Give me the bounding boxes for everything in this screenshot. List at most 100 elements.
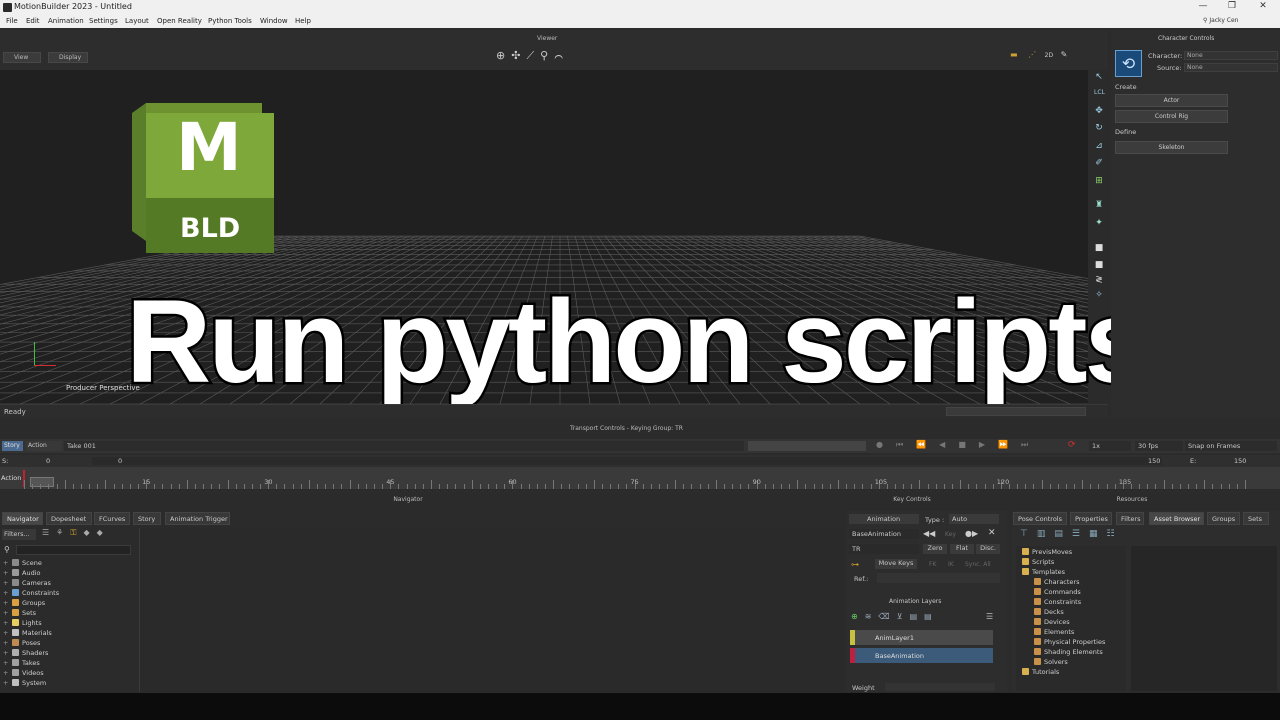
menu-layout[interactable]: Layout — [125, 17, 149, 25]
scale-icon[interactable]: ⊿ — [1094, 141, 1104, 151]
action-button[interactable]: Action — [26, 441, 62, 451]
snap-select[interactable]: Snap on Frames — [1185, 441, 1277, 451]
asset-folder-elements[interactable]: Elements — [1034, 628, 1074, 636]
display-menu-button[interactable]: Display — [48, 52, 88, 63]
tree-item-audio[interactable]: + Audio — [3, 569, 40, 577]
list-view-icon[interactable]: ☰ — [1072, 529, 1089, 539]
record-icon[interactable]: ● — [876, 440, 896, 449]
prev-key-icon[interactable]: ◀◀ — [923, 529, 935, 538]
asset-content-area[interactable] — [1131, 546, 1277, 691]
asset-folder-characters[interactable]: Characters — [1034, 578, 1079, 586]
folder-icon[interactable]: ▤ — [910, 612, 925, 621]
go-end-icon[interactable]: ⏭ — [1021, 440, 1041, 449]
tree-item-materials[interactable]: + Materials — [3, 629, 52, 637]
character-icon[interactable]: ♜ — [1094, 200, 1104, 210]
prev-key-icon[interactable]: ⏪ — [916, 440, 939, 449]
ref-field[interactable] — [877, 573, 1000, 583]
base-animation-row[interactable]: BaseAnimation — [850, 648, 993, 663]
end-value[interactable]: 150 — [1148, 457, 1160, 465]
asset-folder-decks[interactable]: Decks — [1034, 608, 1064, 616]
expand-icon[interactable]: + — [3, 659, 12, 667]
tree-icon[interactable]: ⊤ — [1020, 529, 1037, 539]
delete-layer-icon[interactable]: ⌫ — [878, 612, 896, 621]
weight-slider[interactable] — [885, 683, 995, 691]
tree-item-system[interactable]: + System — [3, 679, 46, 687]
flat-button[interactable]: Flat — [950, 544, 974, 554]
asset-folder-devices[interactable]: Devices — [1034, 618, 1070, 626]
tab-animation-trigger[interactable]: Animation Trigger — [165, 512, 230, 525]
tab-filters[interactable]: Filters — [1116, 512, 1144, 525]
tab-groups[interactable]: Groups — [1207, 512, 1240, 525]
tree-item-constraints[interactable]: + Constraints — [3, 589, 59, 597]
expand-icon[interactable]: + — [3, 669, 12, 677]
grid-view-icon[interactable]: ▦ — [1089, 529, 1107, 539]
expand-icon[interactable]: + — [3, 679, 12, 687]
layer-select[interactable]: BaseAnimation — [849, 529, 919, 539]
minimize-button[interactable]: — — [1190, 1, 1216, 13]
menu-file[interactable]: File — [6, 17, 18, 25]
play-icon[interactable]: ▶ — [979, 440, 998, 449]
restore-button[interactable]: ❐ — [1219, 1, 1245, 13]
tab-dopesheet[interactable]: Dopesheet — [46, 512, 92, 525]
type-select[interactable]: Auto — [949, 514, 999, 524]
tree-item-sets[interactable]: + Sets — [3, 609, 36, 617]
menu-animation[interactable]: Animation — [48, 17, 84, 25]
asset-folder-templates[interactable]: Templates — [1022, 568, 1065, 576]
expand-icon[interactable]: + — [3, 649, 12, 657]
next-key-icon[interactable]: ⏩ — [998, 440, 1021, 449]
tree-item-cameras[interactable]: + Cameras — [3, 579, 51, 587]
rotate-icon[interactable]: ↻ — [1094, 123, 1104, 133]
keying-icon[interactable]: ⊶ — [851, 560, 859, 569]
hierarchy-icon[interactable]: ⚘ — [56, 528, 70, 537]
cursor-icon[interactable]: ↖ — [1094, 72, 1104, 82]
loop-icon[interactable]: ⟳ — [1068, 440, 1076, 450]
asset-folder-constraints[interactable]: Constraints — [1034, 598, 1081, 606]
expand-icon[interactable]: + — [3, 589, 12, 597]
stop-icon[interactable]: ■ — [958, 440, 979, 449]
timeline-range[interactable] — [748, 441, 866, 451]
local-icon[interactable]: LCL — [1094, 88, 1105, 98]
asset-folder-physical-properties[interactable]: Physical Properties — [1034, 638, 1105, 646]
cube-icon-2[interactable]: ■ — [1094, 260, 1104, 270]
filters-dropdown[interactable]: Filters... — [2, 529, 36, 540]
tab-fcurves[interactable]: FCurves — [94, 512, 130, 525]
menu-edit[interactable]: Edit — [26, 17, 40, 25]
tree-item-poses[interactable]: + Poses — [3, 639, 40, 647]
view-menu-button[interactable]: View — [3, 52, 41, 63]
cube-icon[interactable]: ■ — [1094, 243, 1104, 253]
animation-mode-select[interactable]: Animation — [849, 514, 919, 524]
tree-item-shaders[interactable]: + Shaders — [3, 649, 48, 657]
next-key-icon[interactable]: ●▶ — [965, 529, 978, 538]
tab-pose-controls[interactable]: Pose Controls — [1013, 512, 1067, 525]
back-arrow-icon[interactable]: ◆ — [83, 528, 96, 537]
key-button[interactable]: Key — [945, 531, 956, 538]
tab-properties[interactable]: Properties — [1070, 512, 1112, 525]
menu-settings[interactable]: Settings — [89, 17, 118, 25]
panel-icon[interactable]: ▥ — [1037, 529, 1055, 539]
menu-help[interactable]: Help — [295, 17, 311, 25]
fk-button[interactable]: FK — [929, 561, 936, 568]
tree-item-videos[interactable]: + Videos — [3, 669, 44, 677]
take-select[interactable]: Take 001 — [64, 441, 744, 451]
stack-icon[interactable]: ≋ — [865, 612, 879, 621]
folder-icon-2[interactable]: ▤ — [924, 612, 939, 621]
speed-select[interactable]: 1x — [1089, 441, 1131, 451]
asset-folder-solvers[interactable]: Solvers — [1034, 658, 1068, 666]
character-select[interactable]: None — [1184, 51, 1278, 60]
list-icon[interactable]: ☰ — [42, 528, 56, 537]
timeline-ruler[interactable]: Action 15 30 45 60 75 90 105 120 135 — [0, 467, 1280, 489]
control-rig-button[interactable]: Control Rig — [1115, 110, 1228, 123]
expand-icon[interactable]: + — [3, 559, 12, 567]
expand-icon[interactable]: + — [3, 599, 12, 607]
asset-folder-prevismoves[interactable]: PrevisMoves — [1022, 548, 1072, 556]
navigator-content-area[interactable] — [139, 528, 844, 692]
zoom-icon[interactable]: ⚲ — [540, 49, 554, 62]
panel-icon-2[interactable]: ▤ — [1054, 529, 1072, 539]
line-icon[interactable]: ⟋ — [526, 49, 540, 62]
close-button[interactable]: ✕ — [1250, 1, 1276, 13]
menu-open-reality[interactable]: Open Reality — [157, 17, 202, 25]
pencil-icon[interactable]: ✎ — [1061, 50, 1068, 59]
disc-button[interactable]: Disc. — [976, 544, 1000, 554]
mode-2d[interactable]: 2D — [1045, 52, 1053, 59]
remove-key-icon[interactable]: ✕ — [988, 528, 996, 538]
